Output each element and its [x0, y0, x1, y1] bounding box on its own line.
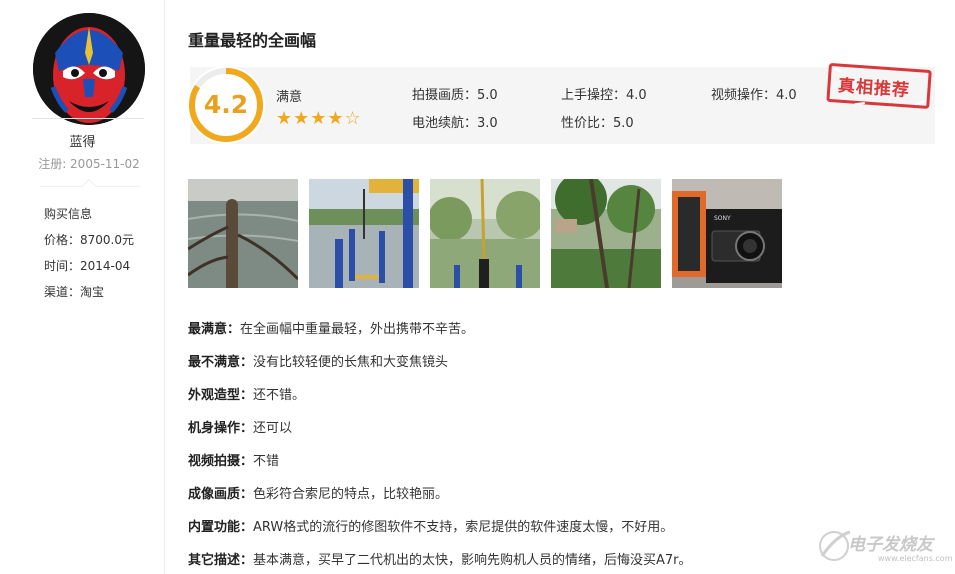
- metric-video: 视频操作：4.0: [711, 88, 797, 103]
- review-item-image-quality: 成像画质：色彩符合索尼的特点，比较艳丽。: [188, 487, 449, 502]
- review-item-worst: 最不满意：没有比较轻便的长焦和大变焦镜头: [188, 355, 449, 370]
- recommend-stamp: 真相推荐: [824, 58, 935, 115]
- camera-box-brand: SONY: [714, 215, 731, 222]
- watermark-url: www.elecfans.com: [878, 554, 953, 563]
- avatar-divider: [32, 118, 144, 119]
- thumbnail-camera-box[interactable]: SONY: [672, 179, 782, 288]
- review-title[interactable]: 重量最轻的全画幅: [188, 27, 316, 51]
- caret-up-icon: [81, 178, 97, 194]
- thumbnail-trees-park[interactable]: [551, 179, 661, 288]
- rating-panel: [190, 67, 935, 144]
- metric-handling: 上手操控：4.0: [561, 88, 647, 103]
- metric-value: 性价比：5.0: [561, 116, 634, 131]
- score-value: 4.2: [203, 90, 249, 119]
- metric-battery: 电池续航：3.0: [412, 116, 498, 131]
- star-rating: ★★★★☆: [276, 108, 362, 129]
- avatar[interactable]: [33, 13, 145, 125]
- review-item-features: 内置功能：ARW格式的流行的修图软件不支持，索尼提供的软件速度太慢，不好用。: [188, 520, 674, 535]
- registration-date: 注册: 2005-11-02: [38, 157, 140, 171]
- review-item-other: 其它描述：基本满意，买早了二代机出的太快，影响先购机人员的情绪，后悔没买A7r。: [188, 553, 692, 568]
- purchase-price: 价格：8700.0元: [44, 233, 134, 247]
- user-sidebar: 蓝得 注册: 2005-11-02 购买信息 价格：8700.0元 时间：201…: [0, 0, 165, 574]
- purchase-heading: 购买信息: [44, 207, 93, 221]
- watermark-text: 电子发烧友: [848, 535, 933, 555]
- purchase-time: 时间：2014-04: [44, 259, 131, 273]
- thumbnail-lake-railing[interactable]: [188, 179, 298, 288]
- purchase-info: 购买信息 价格：8700.0元 时间：2014-04 渠道：淘宝: [44, 201, 134, 305]
- stamp-text: 真相推荐: [837, 76, 911, 102]
- review-item-best: 最满意：在全画幅中重量最轻，外出携带不辛苦。: [188, 322, 475, 337]
- satisfaction-label: 满意: [276, 90, 303, 105]
- score-ring: 4.2: [187, 66, 265, 144]
- opera-mask-image: [33, 13, 145, 125]
- review-item-appearance: 外观造型：还不错。: [188, 388, 306, 403]
- metric-image-quality: 拍摄画质：5.0: [412, 88, 498, 103]
- thumbnail-park-fitness[interactable]: [309, 179, 419, 288]
- review-item-operation: 机身操作：还可以: [188, 421, 293, 436]
- username[interactable]: 蓝得: [0, 131, 165, 150]
- thumbnail-swing-chain[interactable]: [430, 179, 540, 288]
- purchase-channel: 渠道：淘宝: [44, 285, 105, 299]
- review-item-video: 视频拍摄：不错: [188, 454, 280, 469]
